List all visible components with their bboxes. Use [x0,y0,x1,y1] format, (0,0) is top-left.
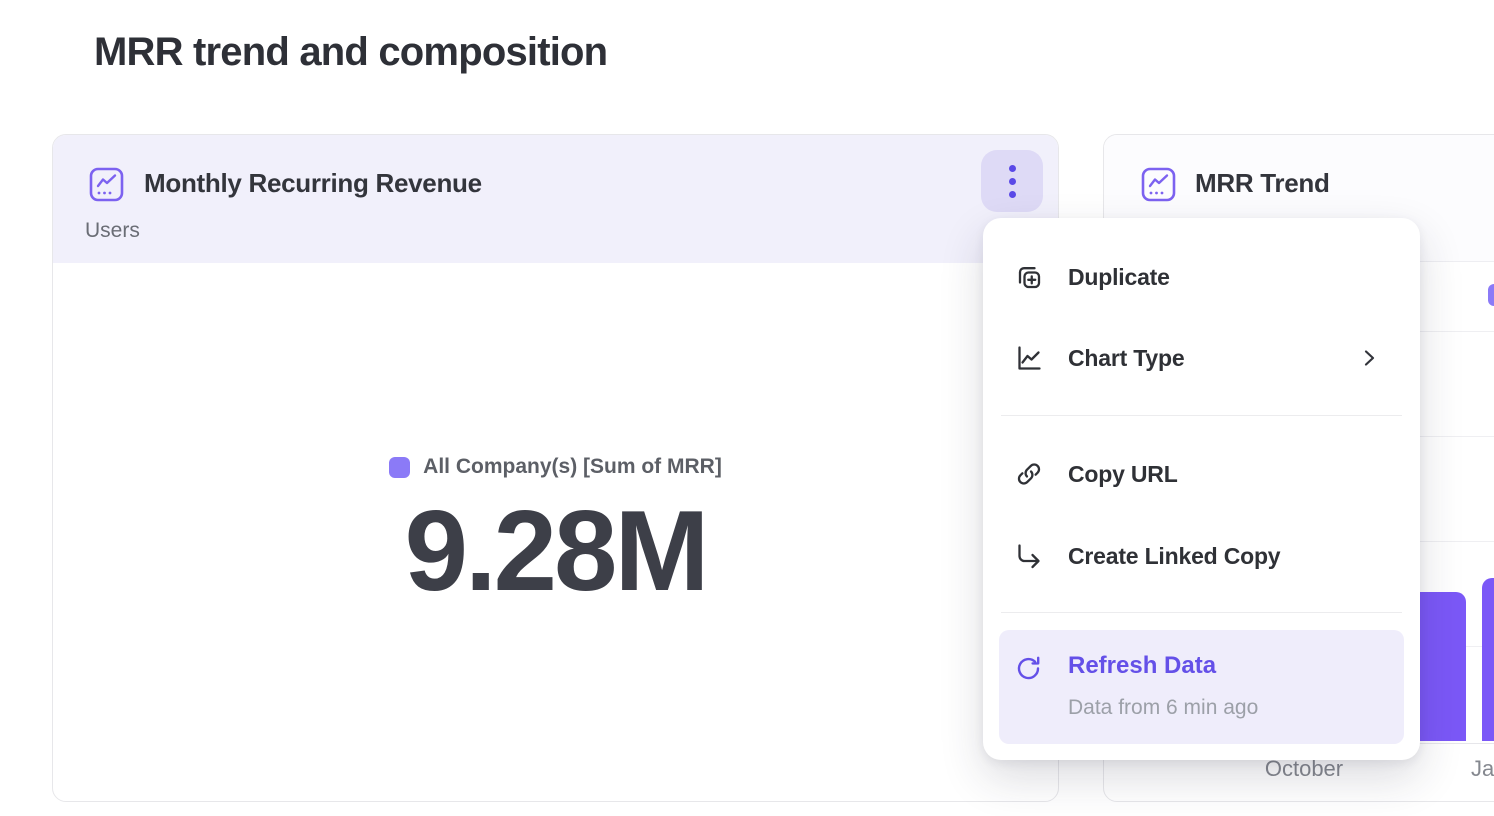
kebab-dot [1009,165,1016,172]
kebab-dot [1009,191,1016,198]
link-icon [1014,459,1044,489]
menu-divider [1001,415,1402,416]
context-menu: Duplicate Chart Type Copy URL [983,218,1420,760]
menu-item-sublabel: Data from 6 min ago [1068,696,1258,720]
legend-label: All Company(s) [Sum of MRR] [423,455,722,479]
bar [1482,578,1494,741]
menu-item-label: Refresh Data [1068,652,1216,680]
linked-copy-icon [1014,541,1044,571]
kpi-value: 9.28M [405,495,707,609]
legend-swatch [389,457,410,478]
page-title: MRR trend and composition [94,30,607,75]
card-subtitle: Users [85,219,140,243]
duplicate-icon [1014,262,1044,292]
kebab-dot [1009,178,1016,185]
chevron-right-icon [1358,347,1380,369]
card-title: Monthly Recurring Revenue [144,168,482,199]
menu-item-label: Create Linked Copy [1068,543,1280,570]
chart-type-icon [1014,343,1044,373]
menu-item-label: Chart Type [1068,345,1184,372]
card-header: Monthly Recurring Revenue Users [53,135,1058,263]
menu-item-duplicate[interactable]: Duplicate [983,247,1420,307]
kebab-menu-button[interactable] [981,150,1043,212]
legend-row: All Company(s) [Sum of MRR] [389,455,722,479]
menu-item-refresh-data[interactable]: Refresh Data Data from 6 min ago [999,630,1404,744]
card-monthly-recurring-revenue: Monthly Recurring Revenue Users All Comp… [52,134,1059,802]
card-body: All Company(s) [Sum of MRR] 9.28M [53,263,1058,801]
refresh-icon [1014,654,1043,683]
menu-item-create-linked-copy[interactable]: Create Linked Copy [983,526,1420,586]
menu-item-label: Copy URL [1068,461,1178,488]
menu-item-label: Duplicate [1068,264,1170,291]
menu-item-copy-url[interactable]: Copy URL [983,444,1420,504]
menu-divider [1001,612,1402,613]
chart-widget-icon [89,167,124,202]
menu-item-chart-type[interactable]: Chart Type [983,328,1420,388]
x-axis-label: Ja [1471,756,1494,782]
